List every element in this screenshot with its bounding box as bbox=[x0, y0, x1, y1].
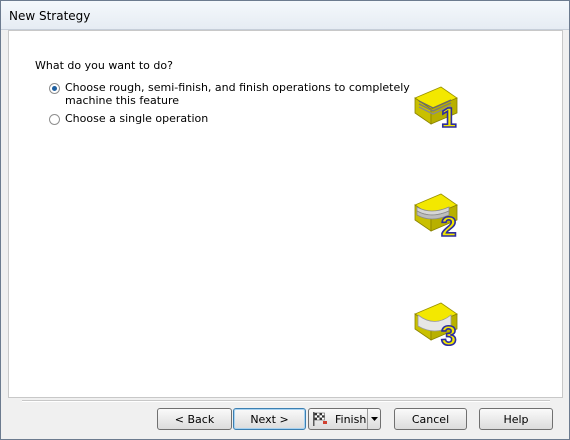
next-button[interactable]: Next > bbox=[233, 408, 306, 430]
option-single-operation[interactable]: Choose a single operation bbox=[49, 112, 208, 125]
option-single-operation-label: Choose a single operation bbox=[65, 112, 209, 125]
button-separator bbox=[22, 400, 550, 402]
finish-flag-icon bbox=[313, 412, 327, 426]
finish-label: Finish bbox=[335, 412, 367, 426]
option-full-strategy-radio[interactable] bbox=[49, 83, 60, 94]
chevron-down-icon bbox=[370, 417, 378, 421]
cancel-button[interactable]: Cancel bbox=[394, 408, 467, 430]
finish-main-area[interactable]: Finish bbox=[309, 409, 366, 429]
content-panel: What do you want to do? Choose rough, se… bbox=[8, 30, 563, 398]
finish-button[interactable]: Finish bbox=[308, 408, 381, 430]
title-bar: New Strategy bbox=[1, 1, 569, 30]
finish-dropdown-button[interactable] bbox=[367, 409, 380, 429]
help-button[interactable]: Help bbox=[479, 408, 553, 430]
window-title: New Strategy bbox=[9, 9, 91, 23]
option-full-strategy-label: Choose rough, semi-finish, and finish op… bbox=[65, 81, 410, 107]
option-single-operation-radio[interactable] bbox=[49, 114, 60, 125]
stage-3-number: 3 bbox=[441, 320, 457, 348]
option-full-strategy[interactable]: Choose rough, semi-finish, and finish op… bbox=[49, 81, 410, 107]
stage-3-icon: 3 bbox=[414, 302, 458, 348]
stage-1-number: 1 bbox=[441, 102, 457, 130]
new-strategy-dialog: New Strategy What do you want to do? Cho… bbox=[0, 0, 570, 440]
question-label: What do you want to do? bbox=[35, 59, 173, 72]
stage-2-icon: 2 bbox=[414, 193, 458, 239]
stage-1-icon: 1 bbox=[414, 86, 458, 130]
back-button[interactable]: < Back bbox=[157, 408, 232, 430]
stage-2-number: 2 bbox=[441, 211, 457, 239]
